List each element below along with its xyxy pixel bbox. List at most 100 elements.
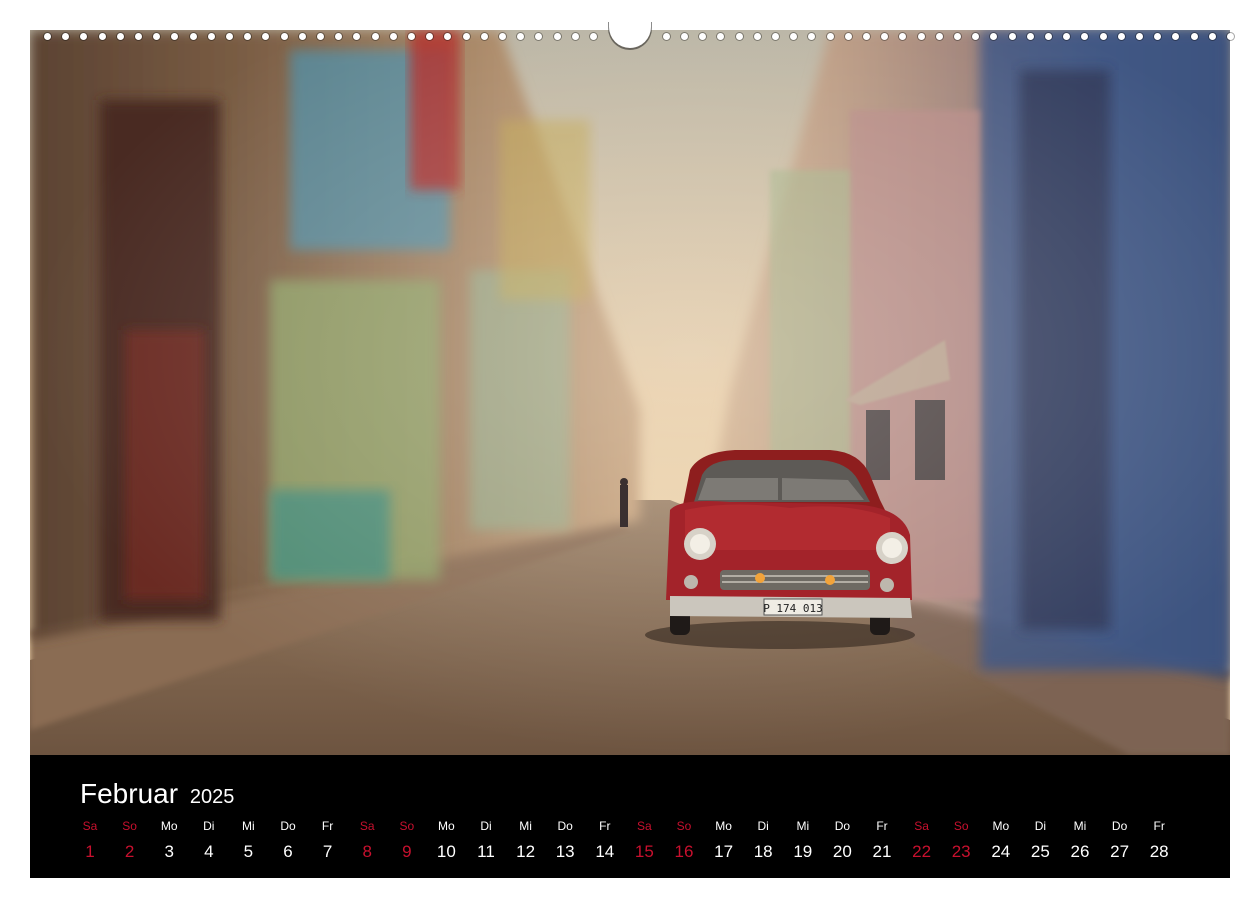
binding-hole	[863, 33, 870, 40]
day-number: 19	[793, 842, 813, 861]
weekday-label: Mi	[796, 819, 810, 833]
weekday-label: Di	[480, 819, 492, 833]
binding-hole	[44, 33, 51, 40]
weekday-label: Sa	[359, 819, 375, 833]
binding-hole	[517, 33, 525, 40]
binding-hole	[135, 33, 142, 40]
weekday-label: Fr	[876, 819, 888, 833]
day-number: 26	[1070, 842, 1090, 861]
weekday-label: Mi	[519, 819, 532, 833]
day-number: 15	[634, 842, 654, 861]
weekday-label: Mo	[160, 819, 178, 833]
binding-hole	[790, 33, 798, 40]
day-number: 21	[872, 842, 892, 861]
binding-hole	[262, 33, 270, 40]
day-cell: Di 18	[743, 818, 783, 863]
binding-hole	[80, 33, 88, 40]
day-cell: Mi 5	[228, 818, 268, 863]
binding-hole	[426, 33, 434, 40]
binding-hole	[1117, 33, 1125, 40]
weekday-label: Sa	[914, 819, 929, 833]
day-number: 13	[555, 842, 575, 861]
day-number: 2	[124, 842, 135, 861]
binding-hole	[735, 33, 743, 40]
weekday-label: Di	[203, 819, 215, 833]
day-cell: Mo 10	[426, 818, 466, 863]
day-number: 20	[832, 842, 852, 861]
binding-hole	[808, 33, 816, 40]
weekday-label: Fr	[1153, 819, 1165, 833]
binding-hole	[1008, 33, 1016, 40]
binding-hole	[480, 33, 488, 40]
day-number: 18	[753, 842, 773, 861]
day-cell: So 16	[664, 818, 704, 863]
day-cell: Fr 21	[862, 818, 902, 863]
day-number: 28	[1149, 842, 1169, 861]
weekday-label: Fr	[321, 819, 334, 833]
day-number: 27	[1110, 842, 1130, 861]
day-number: 4	[204, 842, 214, 861]
binding-hole	[1136, 33, 1143, 40]
binding-hole	[280, 33, 288, 40]
weekday-label: Do	[834, 819, 851, 833]
binding-hole	[699, 33, 707, 40]
day-cell: So 2	[110, 818, 150, 863]
binding-hole	[826, 33, 834, 40]
binding-hole	[207, 33, 215, 40]
day-cell: Mi 26	[1060, 818, 1100, 863]
day-number: 9	[402, 842, 412, 861]
binding-hole	[1099, 33, 1107, 40]
calendar-strip: Februar 2025 Sa 1 So 2 Mo 3 Di 4 Mi 5 Do 6 Fr 7 Sa 8 So 9…	[30, 755, 1230, 878]
day-cell: Fr 28	[1139, 818, 1179, 863]
day-cell: Sa 15	[624, 818, 664, 863]
binding-hole	[317, 33, 324, 40]
binding-hole	[1208, 33, 1216, 40]
day-cell: Mo 3	[149, 818, 189, 863]
binding-hole	[462, 33, 470, 40]
weekday-label: Do	[557, 819, 573, 833]
binding-hole	[1172, 33, 1180, 40]
day-number: 3	[164, 842, 174, 861]
binding-hole	[553, 33, 561, 40]
weekday-label: So	[676, 819, 692, 833]
binding-hole	[408, 33, 415, 40]
day-number: 6	[283, 842, 293, 861]
binding-hole	[772, 33, 779, 40]
street-photo: P 174 013	[30, 30, 1230, 755]
binding-hole	[353, 33, 361, 40]
binding-hole	[371, 33, 379, 40]
binding-hole	[171, 33, 179, 40]
binding-hole	[535, 33, 543, 40]
binding-hole	[499, 33, 506, 40]
day-number: 16	[674, 842, 694, 861]
weekday-label: Do	[1111, 819, 1128, 833]
weekday-label: Sa	[82, 819, 98, 833]
day-cell: Sa 8	[347, 818, 387, 863]
weekday-label: Mi	[1073, 819, 1087, 833]
binding-hole	[681, 33, 688, 40]
binding-hole	[844, 33, 852, 40]
binding-hole	[1190, 33, 1198, 40]
binding-hole	[444, 33, 452, 40]
weekday-label: So	[399, 819, 415, 833]
binding-hole	[972, 33, 980, 40]
day-cell: Di 25	[1020, 818, 1060, 863]
day-number: 17	[714, 842, 734, 861]
weekday-label: Mo	[715, 819, 732, 833]
binding-hole	[1081, 33, 1089, 40]
binding-hole	[753, 33, 761, 40]
weekday-label: Di	[757, 819, 769, 833]
binding-hole	[717, 33, 725, 40]
day-number: 23	[951, 842, 971, 861]
binding-hole	[62, 33, 70, 40]
day-number: 22	[912, 842, 932, 861]
binding-hole	[244, 33, 252, 40]
day-cell: Fr 7	[308, 818, 348, 863]
binding-hole	[226, 33, 233, 40]
day-cell: Mo 17	[704, 818, 744, 863]
binding-hole	[1227, 33, 1234, 40]
binding-hole	[899, 33, 907, 40]
binding-hole	[990, 33, 998, 40]
weekday-label: Do	[280, 819, 296, 833]
day-cell: Sa 22	[902, 818, 942, 863]
